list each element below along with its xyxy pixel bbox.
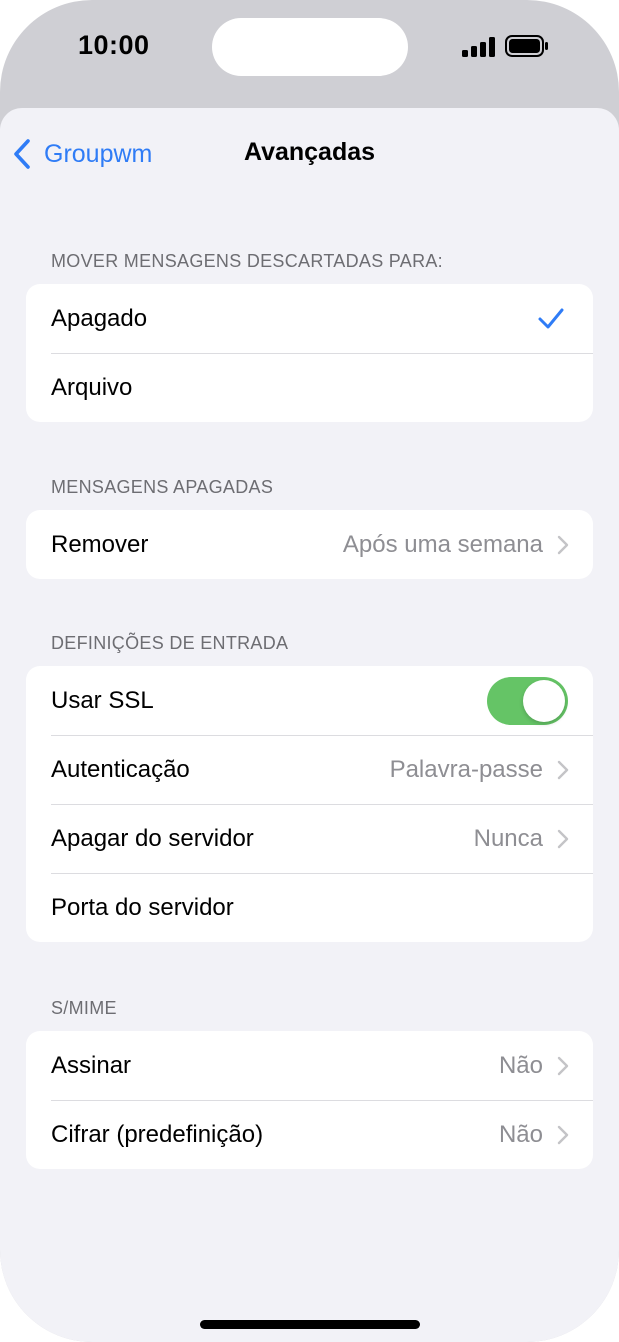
toggle-knob — [523, 679, 565, 722]
dynamic-island — [212, 18, 408, 76]
phone-frame: 10:00 Groupwm Avançadas MOVER MENSAGENS … — [0, 0, 619, 1342]
row-label: Remover — [51, 530, 149, 558]
status-time: 10:00 — [78, 30, 150, 60]
option-label: Apagado — [51, 304, 148, 332]
group-smime: Assinar Não Cifrar (predefinição) Não — [26, 1031, 593, 1169]
row-assinar[interactable]: Assinar Não — [26, 1031, 593, 1100]
chevron-right-icon — [557, 1056, 569, 1075]
group-move-deleted: Apagado Arquivo — [26, 284, 593, 422]
navigation-bar: Groupwm Avançadas — [0, 108, 619, 200]
section-header-incoming: DEFINIÇÕES DE ENTRADA — [51, 633, 289, 653]
row-value: Palavra-passe — [389, 755, 543, 783]
row-label: Assinar — [51, 1051, 132, 1079]
chevron-right-icon — [557, 760, 569, 779]
section-header-smime: S/MIME — [51, 998, 117, 1018]
chevron-right-icon — [557, 535, 569, 554]
settings-sheet: Groupwm Avançadas MOVER MENSAGENS DESCAR… — [0, 108, 619, 1342]
battery-icon — [505, 35, 548, 57]
row-label: Autenticação — [51, 755, 190, 783]
option-apagado[interactable]: Apagado — [26, 284, 593, 353]
row-label: Cifrar (predefinição) — [51, 1120, 264, 1148]
row-usar-ssl: Usar SSL — [26, 666, 593, 735]
row-autenticacao[interactable]: Autenticação Palavra-passe — [26, 735, 593, 804]
row-label: Usar SSL — [51, 686, 154, 714]
row-apagar-do-servidor[interactable]: Apagar do servidor Nunca — [26, 804, 593, 873]
group-incoming: Usar SSL Autenticação Palavra-passe Apag… — [26, 666, 593, 942]
row-cifrar[interactable]: Cifrar (predefinição) Não — [26, 1100, 593, 1169]
section-header-move-deleted: MOVER MENSAGENS DESCARTADAS PARA: — [51, 251, 443, 271]
row-value: Após uma semana — [342, 530, 543, 558]
row-label: Apagar do servidor — [51, 824, 254, 852]
cellular-signal-icon — [462, 37, 495, 57]
status-bar: 10:00 — [0, 0, 619, 108]
chevron-right-icon — [557, 1125, 569, 1144]
option-label: Arquivo — [51, 373, 133, 401]
section-header-deleted-messages: MENSAGENS APAGADAS — [51, 477, 274, 497]
group-deleted-messages: Remover Após uma semana — [26, 510, 593, 579]
chevron-right-icon — [557, 829, 569, 848]
row-value: Não — [498, 1051, 543, 1079]
option-arquivo[interactable]: Arquivo — [26, 353, 593, 422]
row-value: Não — [498, 1120, 543, 1148]
row-value: Nunca — [473, 824, 543, 852]
row-porta-do-servidor[interactable]: Porta do servidor — [26, 873, 593, 942]
home-indicator[interactable] — [200, 1320, 420, 1329]
page-title: Avançadas — [243, 138, 376, 166]
row-label: Porta do servidor — [51, 893, 234, 921]
ssl-toggle[interactable] — [487, 676, 568, 725]
row-remover[interactable]: Remover Após uma semana — [26, 510, 593, 579]
checkmark-icon — [538, 308, 564, 328]
